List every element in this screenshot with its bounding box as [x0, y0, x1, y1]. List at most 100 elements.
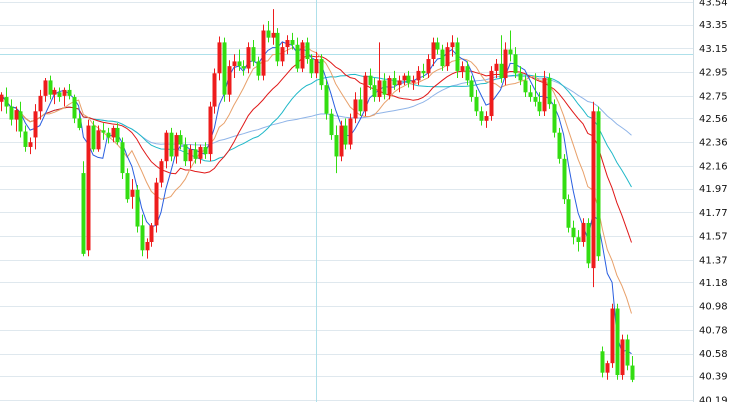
candle-body: [499, 63, 504, 79]
candle-body: [484, 116, 489, 121]
candle-body: [174, 135, 179, 157]
candle-body: [203, 146, 208, 155]
candle-body: [266, 30, 271, 38]
candle-body: [246, 47, 251, 69]
candle-body: [43, 80, 48, 96]
candle-body: [164, 132, 169, 162]
candle-body: [542, 78, 547, 112]
candle-body: [552, 104, 557, 133]
y-tick-label: 41.18: [699, 278, 728, 289]
candle-body: [435, 42, 440, 50]
candle-body: [183, 144, 188, 162]
candle-body: [368, 75, 373, 86]
candle-body: [256, 61, 261, 76]
candle-body: [625, 339, 630, 366]
candle-body: [576, 237, 581, 242]
candle-body: [101, 130, 106, 133]
candle-body: [406, 75, 411, 83]
candle-body: [237, 61, 242, 67]
candle-body: [52, 89, 57, 95]
candle-body: [562, 158, 567, 200]
candle-body: [305, 42, 310, 60]
y-tick-label: 41.37: [699, 255, 728, 266]
candle-body: [314, 59, 319, 74]
candle-body: [605, 363, 610, 373]
candle-body: [9, 106, 14, 120]
y-tick-label: 40.19: [699, 396, 728, 403]
candle-body: [465, 66, 470, 81]
candle-body: [343, 125, 348, 145]
candle-body: [460, 66, 465, 71]
y-tick-label: 42.75: [699, 91, 728, 102]
candle-body: [402, 75, 407, 81]
candle-body: [503, 49, 508, 79]
y-tick-label: 42.95: [699, 68, 728, 79]
candle-body: [353, 99, 358, 119]
candle-body: [241, 66, 246, 69]
candle-body: [372, 85, 377, 98]
candle-body: [591, 111, 596, 269]
y-tick-label: 41.97: [699, 184, 728, 195]
y-tick-label: 42.36: [699, 138, 728, 149]
candle-body: [48, 80, 53, 95]
candle-body: [23, 131, 28, 147]
candle-body: [571, 227, 576, 238]
candle-body: [217, 42, 222, 74]
candle-body: [300, 42, 305, 69]
candle-body: [91, 125, 96, 150]
candle-body: [290, 40, 295, 45]
candle-body: [111, 127, 116, 138]
candle-body: [348, 118, 353, 145]
candle-body: [125, 173, 130, 200]
candle-body: [528, 92, 533, 98]
candle-body: [159, 161, 164, 183]
candle-body: [295, 44, 300, 69]
candle-body: [358, 99, 363, 112]
candle-body: [431, 42, 436, 60]
candle-body: [309, 59, 314, 74]
candle-body: [523, 80, 528, 93]
candle-body: [474, 97, 479, 112]
candle-body: [62, 89, 67, 96]
candle-body: [455, 42, 460, 71]
candle-body: [96, 130, 101, 150]
candle-body: [557, 132, 562, 159]
candle-body: [469, 80, 474, 98]
candle-body: [154, 182, 159, 226]
candle-body: [169, 132, 174, 157]
candle-body: [77, 118, 82, 128]
candle-body: [188, 149, 193, 162]
candle-body: [334, 135, 339, 157]
candle-body: [251, 47, 256, 62]
candle-body: [537, 101, 542, 112]
candle-body: [518, 73, 523, 81]
candle-body: [630, 365, 635, 380]
candle-body: [38, 95, 43, 112]
candle-body: [329, 113, 334, 136]
candle-body: [596, 111, 601, 257]
candle-body: [120, 142, 125, 174]
y-tick-label: 43.35: [699, 20, 728, 31]
candle-body: [421, 70, 426, 74]
candle-body: [208, 106, 213, 155]
y-tick-label: 40.78: [699, 325, 728, 336]
y-tick-label: 41.57: [699, 232, 728, 243]
candle-body: [620, 339, 625, 376]
y-tick-label: 40.58: [699, 349, 728, 360]
candle-body: [508, 49, 513, 55]
candle-body: [28, 142, 33, 147]
candle-body: [149, 225, 154, 242]
candle-body: [547, 78, 552, 105]
candle-body: [14, 110, 19, 120]
candle-body: [193, 149, 198, 159]
candle-body: [135, 189, 140, 227]
candle-body: [377, 80, 382, 98]
candle-body: [145, 241, 150, 251]
candle-body: [4, 97, 9, 107]
candle-body: [600, 351, 605, 373]
candle-body: [285, 40, 290, 48]
candle-body: [261, 30, 266, 76]
candle-body: [86, 125, 91, 251]
candle-body: [489, 70, 494, 117]
candle-body: [275, 32, 280, 62]
